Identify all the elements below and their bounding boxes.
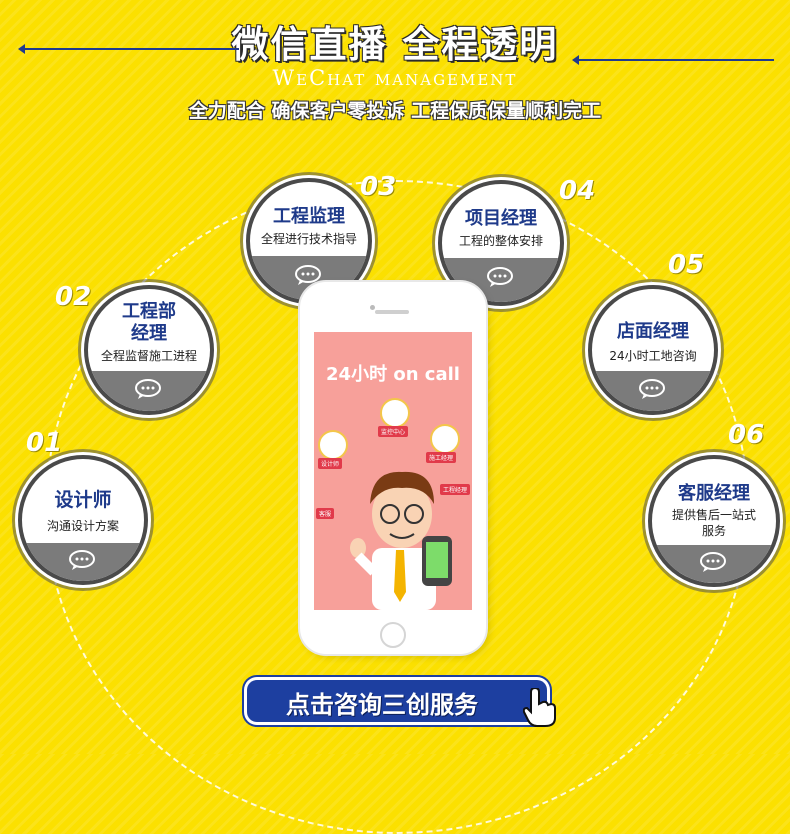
card-desc-line2: 服务 [701,524,726,538]
card-designer[interactable]: 设计师 沟通设计方案 [18,455,148,585]
chat-bubble-icon [135,379,161,399]
mini-label: 客服 [316,508,335,519]
chat-bubble-icon [700,552,726,572]
card-title: 工程监理 [273,206,345,227]
step-number-05: 05 [668,250,705,280]
card-title-line2: 经理 [131,323,167,344]
card-desc: 24小时工地咨询 [609,349,697,363]
phone-speaker [375,310,409,314]
mini-label: 监控中心 [378,426,409,437]
hand-cursor-icon [523,688,556,727]
card-band [88,371,210,411]
card-title: 客服经理 [678,483,750,504]
card-title-line1: 工程部 [122,301,176,322]
monitor-center-icon [380,398,410,428]
phone-mockup: 24小时 on call 监控中心 施工经理 设计师 工程经理 客服 [300,282,486,654]
card-engineering-manager[interactable]: 工程部 经理 全程监督施工进程 [84,285,214,415]
card-band [652,545,776,583]
right-decor-arrow [572,55,774,65]
card-desc: 沟通设计方案 [46,519,119,533]
card-band [22,543,144,581]
card-title: 设计师 [54,489,112,511]
consult-button[interactable]: 点击咨询三创服务 [247,680,556,727]
step-number-03: 03 [360,172,397,202]
tagline: 全力配合 确保客户零投诉 工程保质保量顺利完工 [188,100,602,122]
construction-manager-icon [430,424,460,454]
left-decor-arrow [18,44,239,54]
step-number-06: 06 [728,420,765,450]
card-customer-service[interactable]: 客服经理 提供售后一站式 服务 [648,455,780,587]
phone-camera [370,305,375,310]
card-title: 工程部 经理 [88,301,210,345]
card-title: 店面经理 [617,321,689,342]
home-button [380,622,406,648]
card-desc: 提供售后一站式 服务 [652,507,776,539]
step-number-02: 02 [55,282,92,312]
card-desc: 工程的整体安排 [458,234,543,248]
card-store-manager[interactable]: 店面经理 24小时工地咨询 [588,285,718,415]
consult-button-label: 点击咨询三创服务 [286,691,478,719]
card-desc: 全程进行技术指导 [260,232,357,246]
card-desc: 全程监督施工进程 [100,349,197,363]
cartoon-man-illustration [350,471,452,610]
step-number-01: 01 [26,428,63,458]
chat-bubble-icon [69,550,95,570]
chat-bubble-icon [487,267,513,287]
step-number-04: 04 [559,176,596,206]
chat-bubble-icon [639,379,665,399]
card-title: 项目经理 [465,208,537,229]
card-desc-line1: 提供售后一站式 [671,508,756,522]
screen-title: 24小时 on call [326,364,460,385]
card-band [592,371,714,411]
english-subtitle: WeChat management [272,66,518,90]
phone-screen: 24小时 on call 监控中心 施工经理 设计师 工程经理 客服 [314,332,472,610]
